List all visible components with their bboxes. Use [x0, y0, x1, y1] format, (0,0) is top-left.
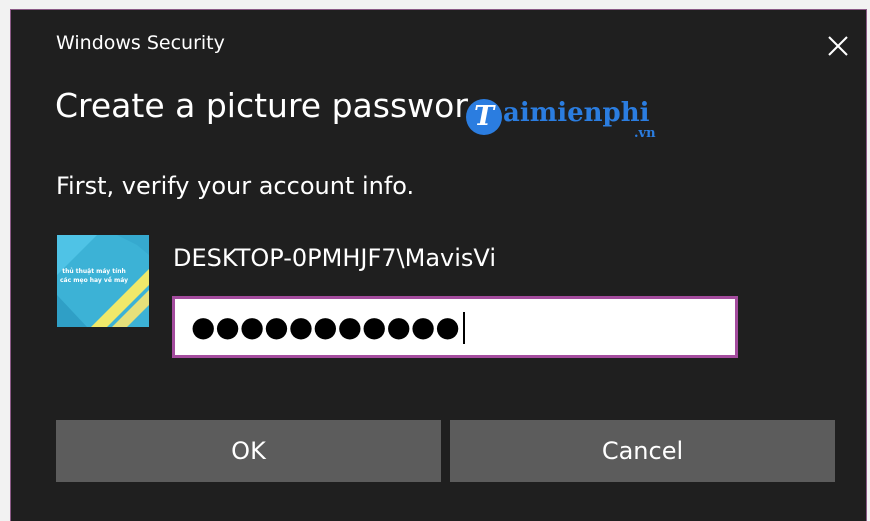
cancel-button[interactable]: Cancel: [450, 420, 835, 482]
password-input[interactable]: ●●●●●●●●●●●: [172, 296, 738, 358]
windows-security-dialog: Windows Security Create a picture passwo…: [10, 9, 867, 521]
verify-instructions: First, verify your account info.: [56, 172, 415, 200]
close-icon: [828, 36, 848, 56]
avatar-caption-line2: các mẹo hay về máy tính: [60, 277, 128, 284]
avatar-caption-line1: thủ thuật máy tính: [62, 268, 126, 275]
close-button[interactable]: [819, 26, 859, 66]
page-title: Create a picture passwor: [55, 86, 468, 125]
dialog-title: Windows Security: [56, 32, 225, 54]
avatar: thủ thuật máy tính các mẹo hay về máy tí…: [57, 235, 149, 327]
password-dots: ●●●●●●●●●●●: [191, 310, 460, 343]
watermark-logo-suffix: .vn: [634, 126, 656, 141]
account-name: DESKTOP-0PMHJF7\MavisVi: [173, 244, 496, 272]
password-value: ●●●●●●●●●●●: [191, 312, 465, 344]
avatar-caption: thủ thuật máy tính các mẹo hay về máy tí…: [60, 267, 128, 285]
text-caret: [462, 312, 465, 344]
watermark-logo: T aimienphi .vn: [466, 96, 681, 144]
watermark-logo-text: aimienphi: [503, 98, 650, 128]
watermark-logo-letter: T: [466, 99, 502, 135]
ok-button[interactable]: OK: [56, 420, 441, 482]
